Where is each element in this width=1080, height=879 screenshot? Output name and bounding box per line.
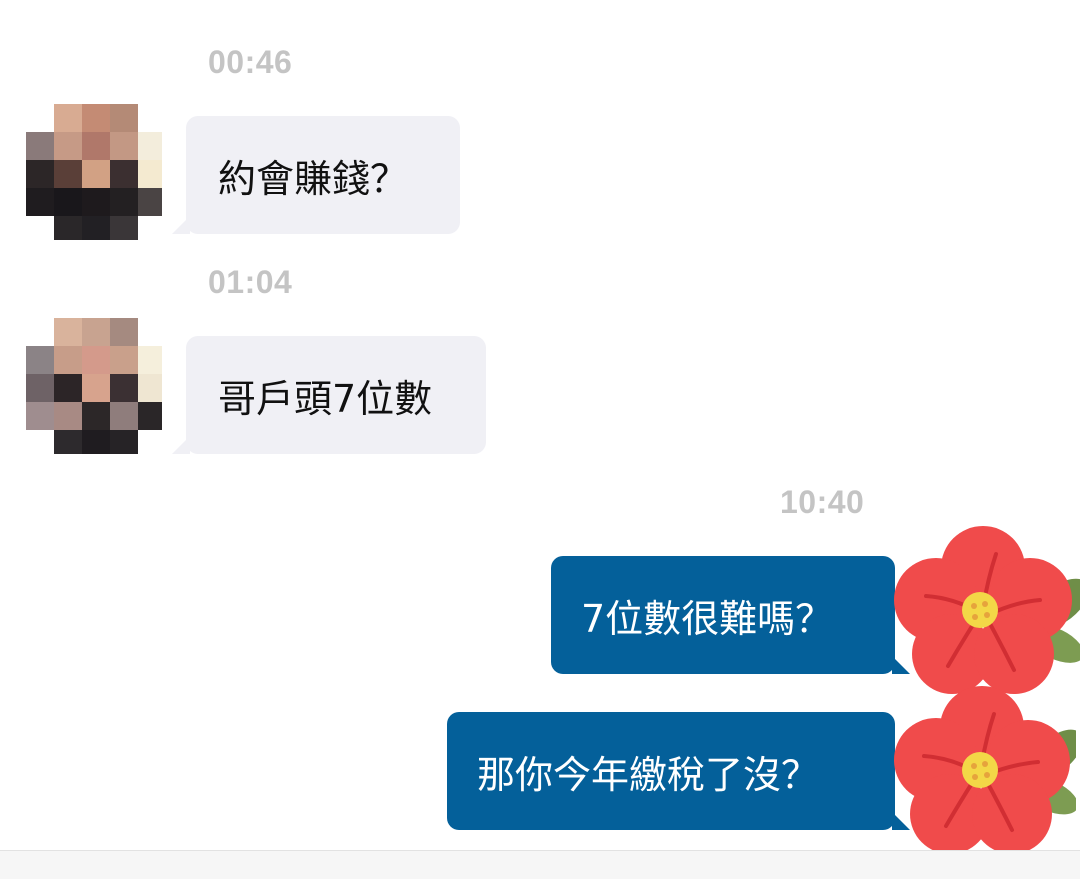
message-bubble-incoming[interactable]: 哥戶頭7位數	[186, 336, 486, 454]
timestamp: 01:04	[208, 264, 293, 300]
flower-sticker-icon[interactable]	[890, 526, 1080, 696]
message-text: 哥戶頭7位數	[218, 376, 433, 421]
message-bubble-incoming[interactable]: 約會賺錢？	[186, 116, 460, 234]
message-text: 7位數很難嗎？	[581, 596, 834, 641]
message-bubble-outgoing[interactable]: 7位數很難嗎？	[551, 556, 895, 674]
flower-sticker-icon[interactable]	[886, 684, 1076, 854]
input-bar-edge	[0, 850, 1080, 879]
message-bubble-outgoing[interactable]: 那你今年繳稅了沒？	[447, 712, 895, 830]
message-text: 約會賺錢？	[218, 156, 409, 201]
message-text: 那你今年繳稅了沒？	[477, 752, 820, 797]
timestamp: 10:40	[780, 484, 865, 520]
timestamp: 00:46	[208, 44, 293, 80]
chat-thread[interactable]: 00:46 約會賺錢？ 01:04 哥戶頭7位數 10:40 7位數很難嗎？ 那…	[0, 0, 1080, 854]
avatar[interactable]	[26, 104, 162, 240]
avatar[interactable]	[26, 318, 162, 454]
